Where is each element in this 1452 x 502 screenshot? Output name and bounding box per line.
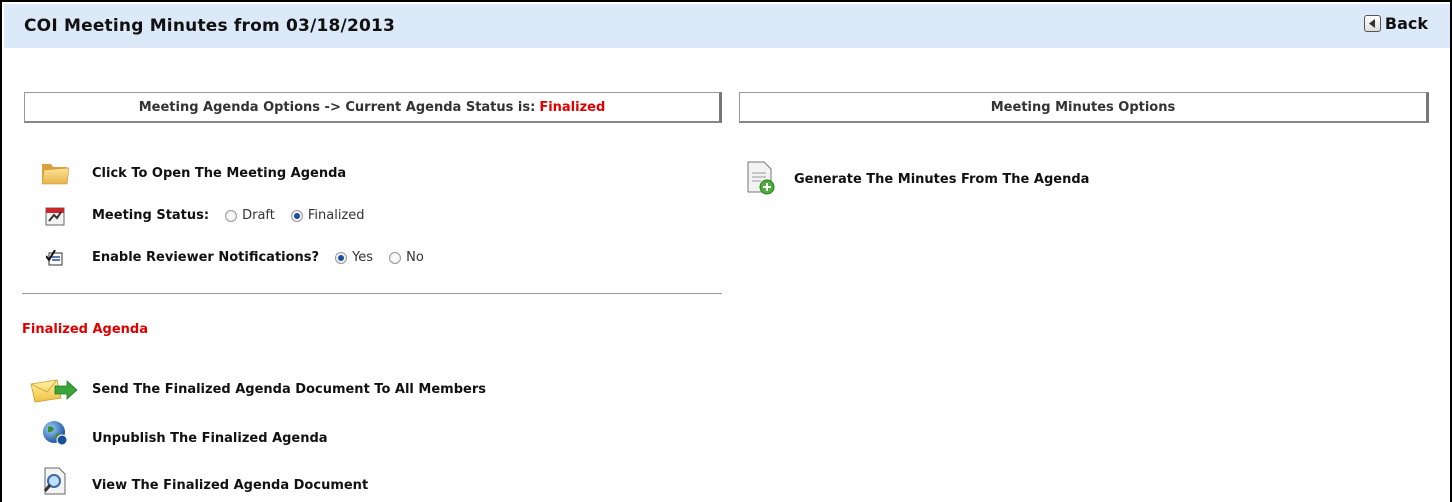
minutes-options-header: Meeting Minutes Options [739, 92, 1429, 123]
generate-document-icon[interactable] [742, 160, 778, 196]
agenda-options-header: Meeting Agenda Options -> Current Agenda… [24, 92, 722, 123]
globe-icon[interactable] [38, 418, 72, 448]
reviewer-notifications-yes-label: Yes [352, 250, 374, 265]
finalized-agenda-title: Finalized Agenda [22, 322, 149, 337]
reviewer-notifications-label: Enable Reviewer Notifications? [92, 250, 320, 265]
agenda-status-value: Finalized [539, 99, 606, 115]
open-agenda-link[interactable]: Click To Open The Meeting Agenda [92, 166, 346, 181]
meeting-status-row: Meeting Status: Draft Finalized [92, 208, 381, 223]
section-divider [22, 293, 722, 294]
generate-minutes-row[interactable]: Generate The Minutes From The Agenda [794, 172, 1089, 187]
open-agenda-row[interactable]: Click To Open The Meeting Agenda [92, 166, 346, 181]
header-bar: COI Meeting Minutes from 03/18/2013 Back [4, 4, 1450, 48]
send-agenda-link[interactable]: Send The Finalized Agenda Document To Al… [92, 382, 486, 397]
unpublish-agenda-row[interactable]: Unpublish The Finalized Agenda [92, 431, 328, 446]
meeting-status-finalized-label: Finalized [307, 208, 365, 223]
meeting-status-draft-option[interactable]: Draft [225, 208, 275, 223]
agenda-options-header-label: Meeting Agenda Options -> Current Agenda… [138, 99, 536, 115]
unpublish-agenda-link[interactable]: Unpublish The Finalized Agenda [92, 431, 328, 446]
minutes-options-header-label: Meeting Minutes Options [990, 99, 1176, 115]
page-title: COI Meeting Minutes from 03/18/2013 [24, 16, 396, 36]
reviewer-notifications-no-label: No [406, 250, 424, 265]
generate-minutes-link[interactable]: Generate The Minutes From The Agenda [794, 172, 1089, 187]
meeting-status-label: Meeting Status: [92, 208, 210, 223]
meeting-status-draft-label: Draft [242, 208, 275, 223]
send-agenda-row[interactable]: Send The Finalized Agenda Document To Al… [92, 382, 486, 397]
meeting-status-draft-radio[interactable] [225, 209, 238, 222]
page-frame: COI Meeting Minutes from 03/18/2013 Back… [0, 0, 1452, 502]
reviewer-notifications-yes-radio[interactable] [335, 251, 348, 264]
reviewer-notifications-yes-option[interactable]: Yes [335, 250, 373, 265]
back-button-label: Back [1384, 14, 1428, 33]
checklist-icon [42, 247, 68, 269]
document-magnifier-icon[interactable] [38, 464, 72, 498]
calendar-status-icon [42, 204, 68, 228]
envelope-arrow-icon[interactable] [28, 375, 80, 405]
meeting-status-radio-group: Draft Finalized [225, 208, 380, 223]
view-agenda-link[interactable]: View The Finalized Agenda Document [92, 478, 368, 493]
meeting-status-finalized-radio[interactable] [290, 209, 303, 222]
meeting-status-finalized-option[interactable]: Finalized [290, 208, 365, 223]
reviewer-notifications-no-radio[interactable] [389, 251, 402, 264]
folder-icon[interactable] [38, 158, 72, 188]
view-agenda-row[interactable]: View The Finalized Agenda Document [92, 478, 368, 493]
reviewer-notifications-row: Enable Reviewer Notifications? Yes No [92, 250, 440, 265]
reviewer-notifications-radio-group: Yes No [335, 250, 440, 265]
back-button[interactable]: Back [1363, 14, 1428, 33]
reviewer-notifications-no-option[interactable]: No [389, 250, 424, 265]
back-arrow-icon [1363, 15, 1381, 32]
